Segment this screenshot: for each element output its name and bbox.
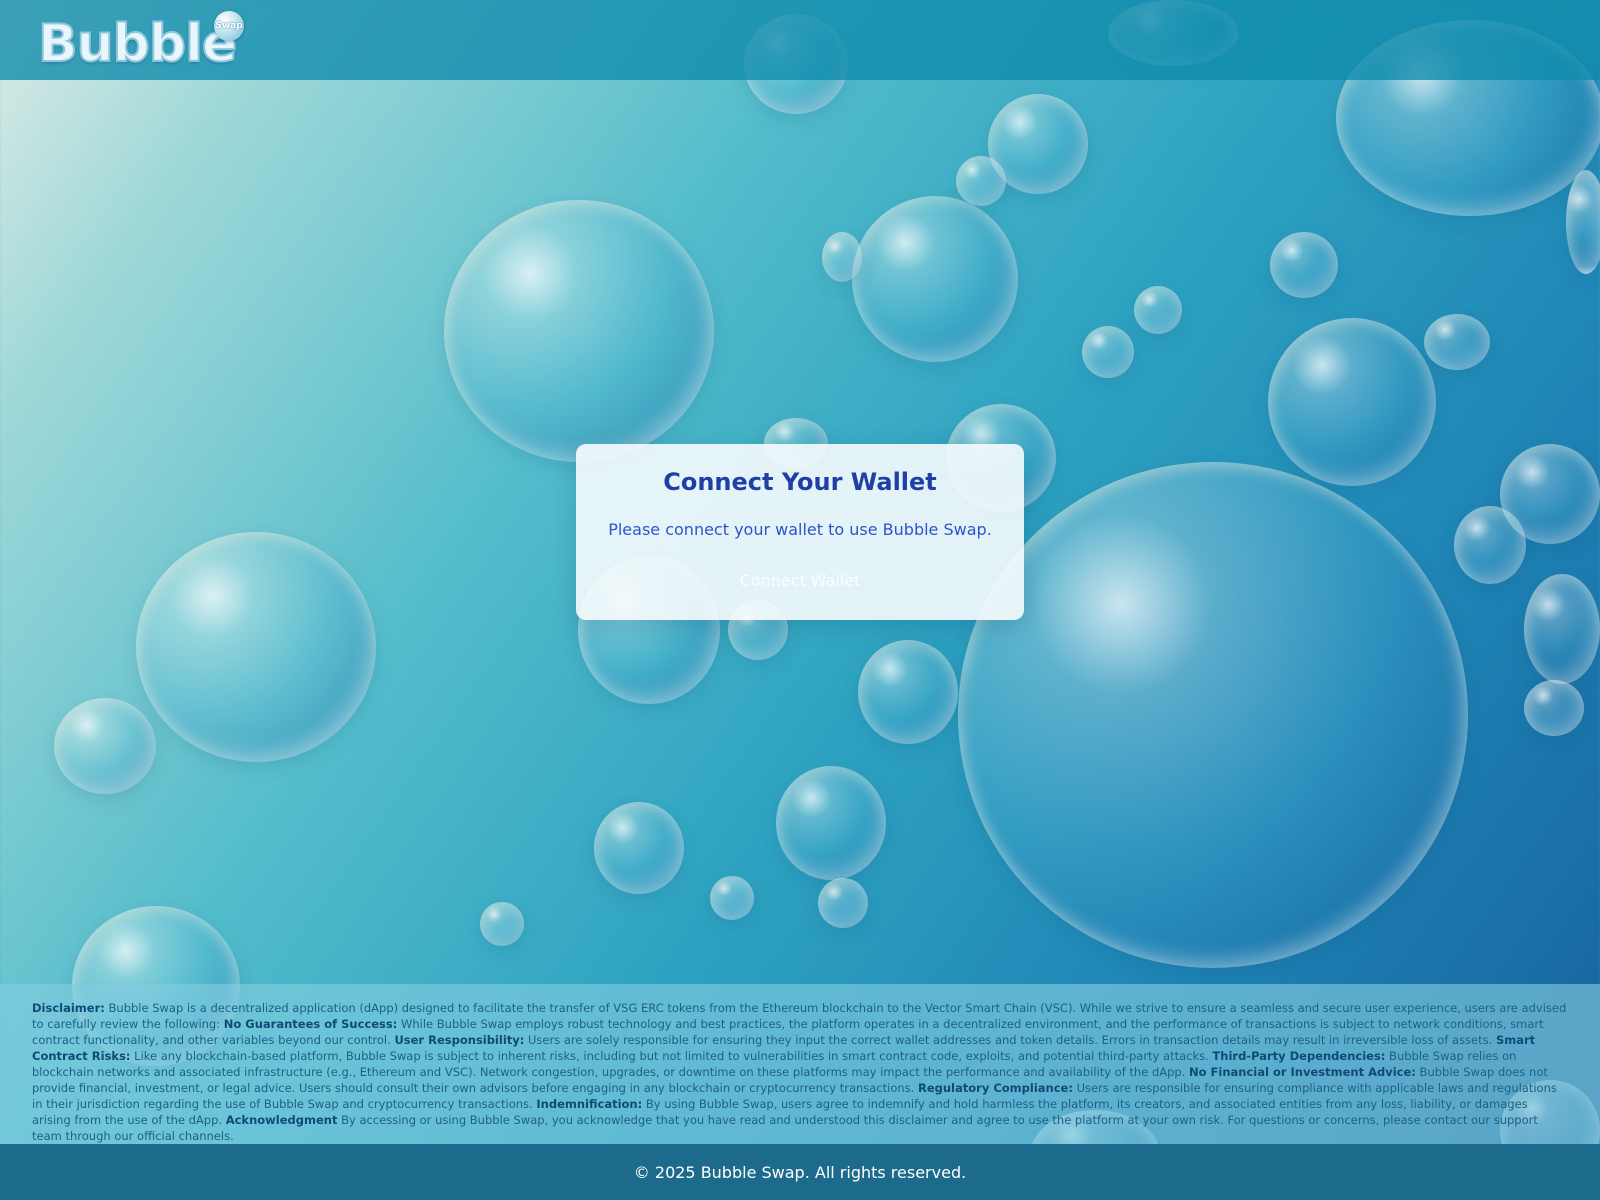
bubble-swap-logo[interactable]: Bubble Swap	[37, 11, 253, 76]
bubble	[1524, 574, 1600, 684]
bubble	[1270, 232, 1338, 298]
logo-wordmark: Bubble	[37, 13, 238, 75]
disclaimer-heading: Acknowledgment	[225, 1113, 338, 1127]
card-description: Please connect your wallet to use Bubble…	[608, 520, 992, 539]
bubble	[710, 876, 754, 920]
bubble	[958, 462, 1468, 968]
bubble	[858, 640, 958, 744]
bubble	[1524, 680, 1584, 736]
connect-wallet-card: Connect Your Wallet Please connect your …	[576, 444, 1024, 620]
disclaimer-heading: Disclaimer:	[32, 1001, 105, 1015]
bubble	[1268, 318, 1436, 486]
disclaimer-heading: Indemnification:	[536, 1097, 643, 1111]
disclaimer-heading: No Guarantees of Success:	[223, 1017, 398, 1031]
bubble	[956, 156, 1006, 206]
disclaimer-text: Users are solely responsible for ensurin…	[524, 1033, 1496, 1047]
bubble	[136, 532, 376, 762]
bubble	[1566, 170, 1600, 274]
bubble	[852, 196, 1018, 362]
bubble	[444, 200, 714, 462]
copyright-text: © 2025 Bubble Swap. All rights reserved.	[633, 1162, 967, 1182]
page-footer: © 2025 Bubble Swap. All rights reserved.	[0, 1144, 1600, 1200]
logo-badge: Swap	[214, 11, 244, 41]
bubble	[818, 878, 868, 928]
top-header: Bubble Swap	[0, 0, 1600, 80]
connect-wallet-button[interactable]: Connect Wallet	[700, 562, 900, 598]
disclaimer-heading: No Financial or Investment Advice:	[1189, 1065, 1416, 1079]
bubble	[1134, 286, 1182, 334]
card-title: Connect Your Wallet	[663, 468, 937, 496]
bubble	[776, 766, 886, 880]
bubble	[1424, 314, 1490, 370]
bubble	[594, 802, 684, 894]
bubble	[822, 232, 862, 282]
bubble	[1454, 506, 1526, 584]
bubble	[54, 698, 156, 794]
disclaimer-heading: Regulatory Compliance:	[917, 1081, 1073, 1095]
disclaimer-heading: User Responsibility:	[394, 1033, 525, 1047]
bubble	[1082, 326, 1134, 378]
disclaimer-heading: Third-Party Dependencies:	[1212, 1049, 1386, 1063]
bubble	[480, 902, 524, 946]
disclaimer-text: Like any blockchain-based platform, Bubb…	[130, 1049, 1213, 1063]
disclaimer-section: Disclaimer: Bubble Swap is a decentraliz…	[0, 984, 1600, 1144]
